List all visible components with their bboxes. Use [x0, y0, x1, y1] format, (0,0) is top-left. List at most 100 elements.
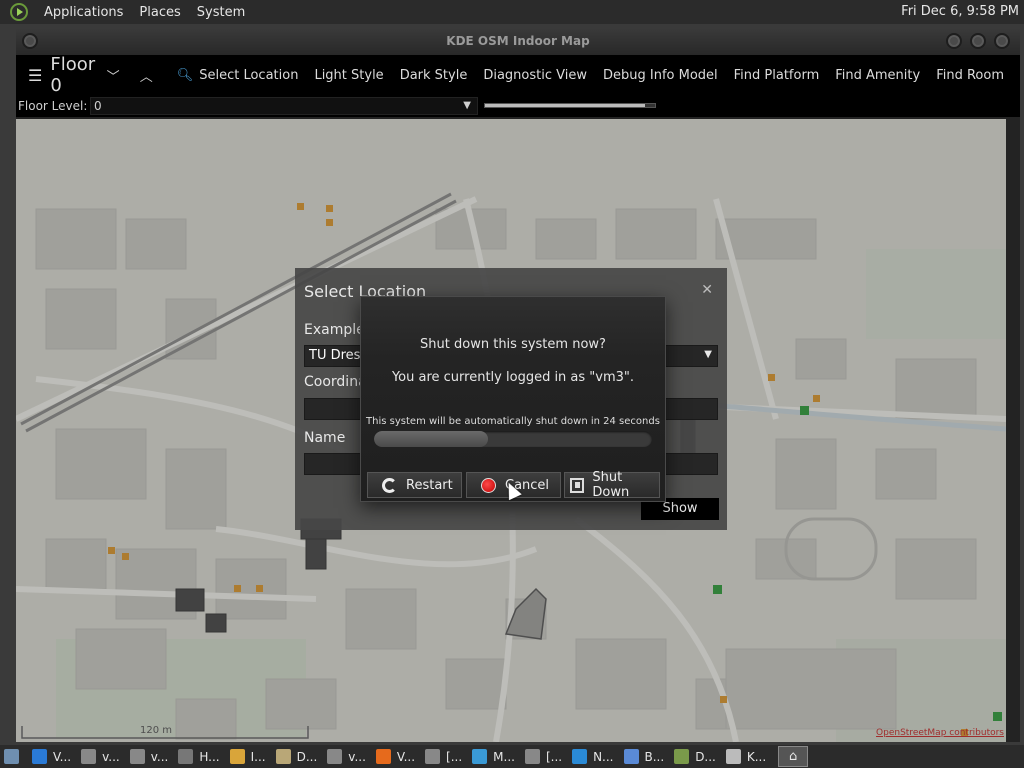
taskbar-task[interactable]: v...: [77, 746, 124, 767]
select-location-button[interactable]: Select Location: [199, 68, 298, 83]
close-icon[interactable]: [994, 33, 1010, 49]
menu-places[interactable]: Places: [139, 5, 180, 20]
task-app-icon: [229, 749, 245, 764]
dropdown-caret-icon: ▼: [704, 349, 712, 360]
taskbar-active-window-button[interactable]: ⌂: [778, 746, 809, 767]
task-app-icon: [623, 749, 639, 764]
taskbar-task[interactable]: [...: [521, 746, 566, 767]
taskbar: V... v... v... H... I... D... v... V... [... M...…: [0, 745, 1024, 768]
floor-level-label: Floor Level:: [18, 99, 88, 113]
find-amenity-button[interactable]: Find Amenity: [835, 68, 920, 83]
floor-slider-fill: [485, 104, 645, 107]
task-app-icon: [327, 749, 343, 764]
taskbar-task[interactable]: V...: [372, 746, 419, 767]
name-label: Name: [304, 430, 346, 446]
clock[interactable]: Fri Dec 6, 9:58 PM: [901, 4, 1019, 19]
task-label: K...: [746, 749, 767, 764]
task-app-icon: [178, 749, 194, 764]
find-room-button[interactable]: Find Room: [936, 68, 1004, 83]
task-label: v...: [348, 749, 366, 764]
task-app-icon: [81, 749, 97, 764]
light-style-button[interactable]: Light Style: [314, 68, 383, 83]
floor-level-bar: Floor Level: 0 ▼: [16, 95, 1020, 117]
taskbar-task[interactable]: v...: [323, 746, 370, 767]
task-label: H...: [199, 749, 220, 764]
minimize-icon[interactable]: [946, 33, 962, 49]
task-app-icon: [375, 749, 391, 764]
taskbar-task[interactable]: M...: [468, 746, 519, 767]
taskbar-task-list: V... v... v... H... I... D... v... V... [... M...…: [28, 746, 772, 767]
window-menu-icon[interactable]: [22, 33, 38, 49]
maximize-icon[interactable]: [970, 33, 986, 49]
shutdown-progress-bar: [374, 431, 652, 447]
task-label: v...: [150, 749, 169, 764]
toolbar: ☰ Floor 0 ﹀ ︿ 🔍︎ Select Location Light S…: [16, 54, 1020, 96]
task-label: D...: [695, 749, 716, 764]
close-icon[interactable]: ✕: [701, 282, 713, 298]
logged-in-text: You are currently logged in as "vm3".: [391, 370, 635, 385]
taskbar-task[interactable]: v...: [126, 746, 173, 767]
taskbar-task[interactable]: D...: [670, 746, 720, 767]
taskbar-task[interactable]: H...: [174, 746, 223, 767]
task-label: [...: [446, 749, 463, 764]
shutdown-dialog: Shut down this system now? You are curre…: [360, 296, 666, 502]
applications-logo-icon[interactable]: [10, 3, 28, 21]
floor-level-combo[interactable]: 0 ▼: [90, 97, 478, 115]
taskbar-task[interactable]: K...: [722, 746, 770, 767]
task-label: V...: [396, 749, 416, 764]
taskbar-task[interactable]: [...: [421, 746, 466, 767]
task-label: B...: [644, 749, 665, 764]
debug-info-model-button[interactable]: Debug Info Model: [603, 68, 718, 83]
task-label: [...: [545, 749, 563, 764]
window-titlebar[interactable]: KDE OSM Indoor Map: [16, 27, 1020, 55]
menu-applications[interactable]: Applications: [44, 5, 123, 20]
task-label: I...: [250, 749, 266, 764]
taskbar-task[interactable]: N...: [568, 746, 617, 767]
desktop-icon: [4, 749, 19, 764]
dropdown-caret-icon: ▼: [463, 100, 471, 111]
floor-level-value: 0: [94, 99, 102, 113]
shutdown-question: Shut down this system now?: [420, 337, 606, 352]
find-platform-button[interactable]: Find Platform: [734, 68, 820, 83]
shutdown-icon: [570, 477, 585, 493]
task-label: V...: [53, 749, 72, 764]
restart-label: Restart: [406, 477, 453, 493]
task-label: N...: [593, 749, 614, 764]
window-title: KDE OSM Indoor Map: [446, 34, 590, 48]
task-label: M...: [493, 749, 515, 764]
auto-shutdown-text: This system will be automatically shut d…: [366, 416, 660, 427]
show-desktop-icon[interactable]: [4, 746, 26, 767]
chevron-down-icon[interactable]: ﹀: [107, 66, 120, 85]
shut-down-button[interactable]: Shut Down: [564, 470, 660, 500]
task-label: D...: [296, 749, 318, 764]
home-icon: ⌂: [789, 749, 798, 764]
task-app-icon: [674, 749, 690, 764]
task-app-icon: [275, 749, 291, 764]
taskbar-task[interactable]: I...: [226, 746, 270, 767]
top-panel: Applications Places System Fri Dec 6, 9:…: [0, 0, 1024, 24]
task-app-icon: [472, 749, 488, 764]
shutdown-progress-fill: [374, 431, 488, 447]
shut-down-label: Shut Down: [592, 470, 630, 500]
task-app-icon: [425, 749, 441, 764]
hamburger-menu-icon[interactable]: ☰: [28, 66, 42, 85]
taskbar-task[interactable]: D...: [272, 746, 322, 767]
search-icon[interactable]: 🔍︎: [177, 68, 194, 83]
restart-button[interactable]: Restart: [367, 472, 462, 498]
taskbar-task[interactable]: B...: [620, 746, 669, 767]
floor-title: Floor 0: [50, 54, 96, 96]
task-app-icon: [129, 749, 145, 764]
restart-icon: [382, 477, 397, 493]
task-app-icon: [725, 749, 741, 764]
task-app-icon: [572, 749, 588, 764]
task-label: v...: [102, 749, 120, 764]
menu-system[interactable]: System: [197, 5, 245, 20]
floor-slider[interactable]: [484, 103, 656, 108]
diagnostic-view-button[interactable]: Diagnostic View: [483, 68, 587, 83]
dark-style-button[interactable]: Dark Style: [400, 68, 468, 83]
task-app-icon: [524, 749, 540, 764]
taskbar-task[interactable]: V...: [28, 746, 75, 767]
task-app-icon: [32, 749, 47, 764]
cancel-icon: [481, 477, 496, 493]
chevron-up-icon[interactable]: ︿: [140, 66, 153, 85]
